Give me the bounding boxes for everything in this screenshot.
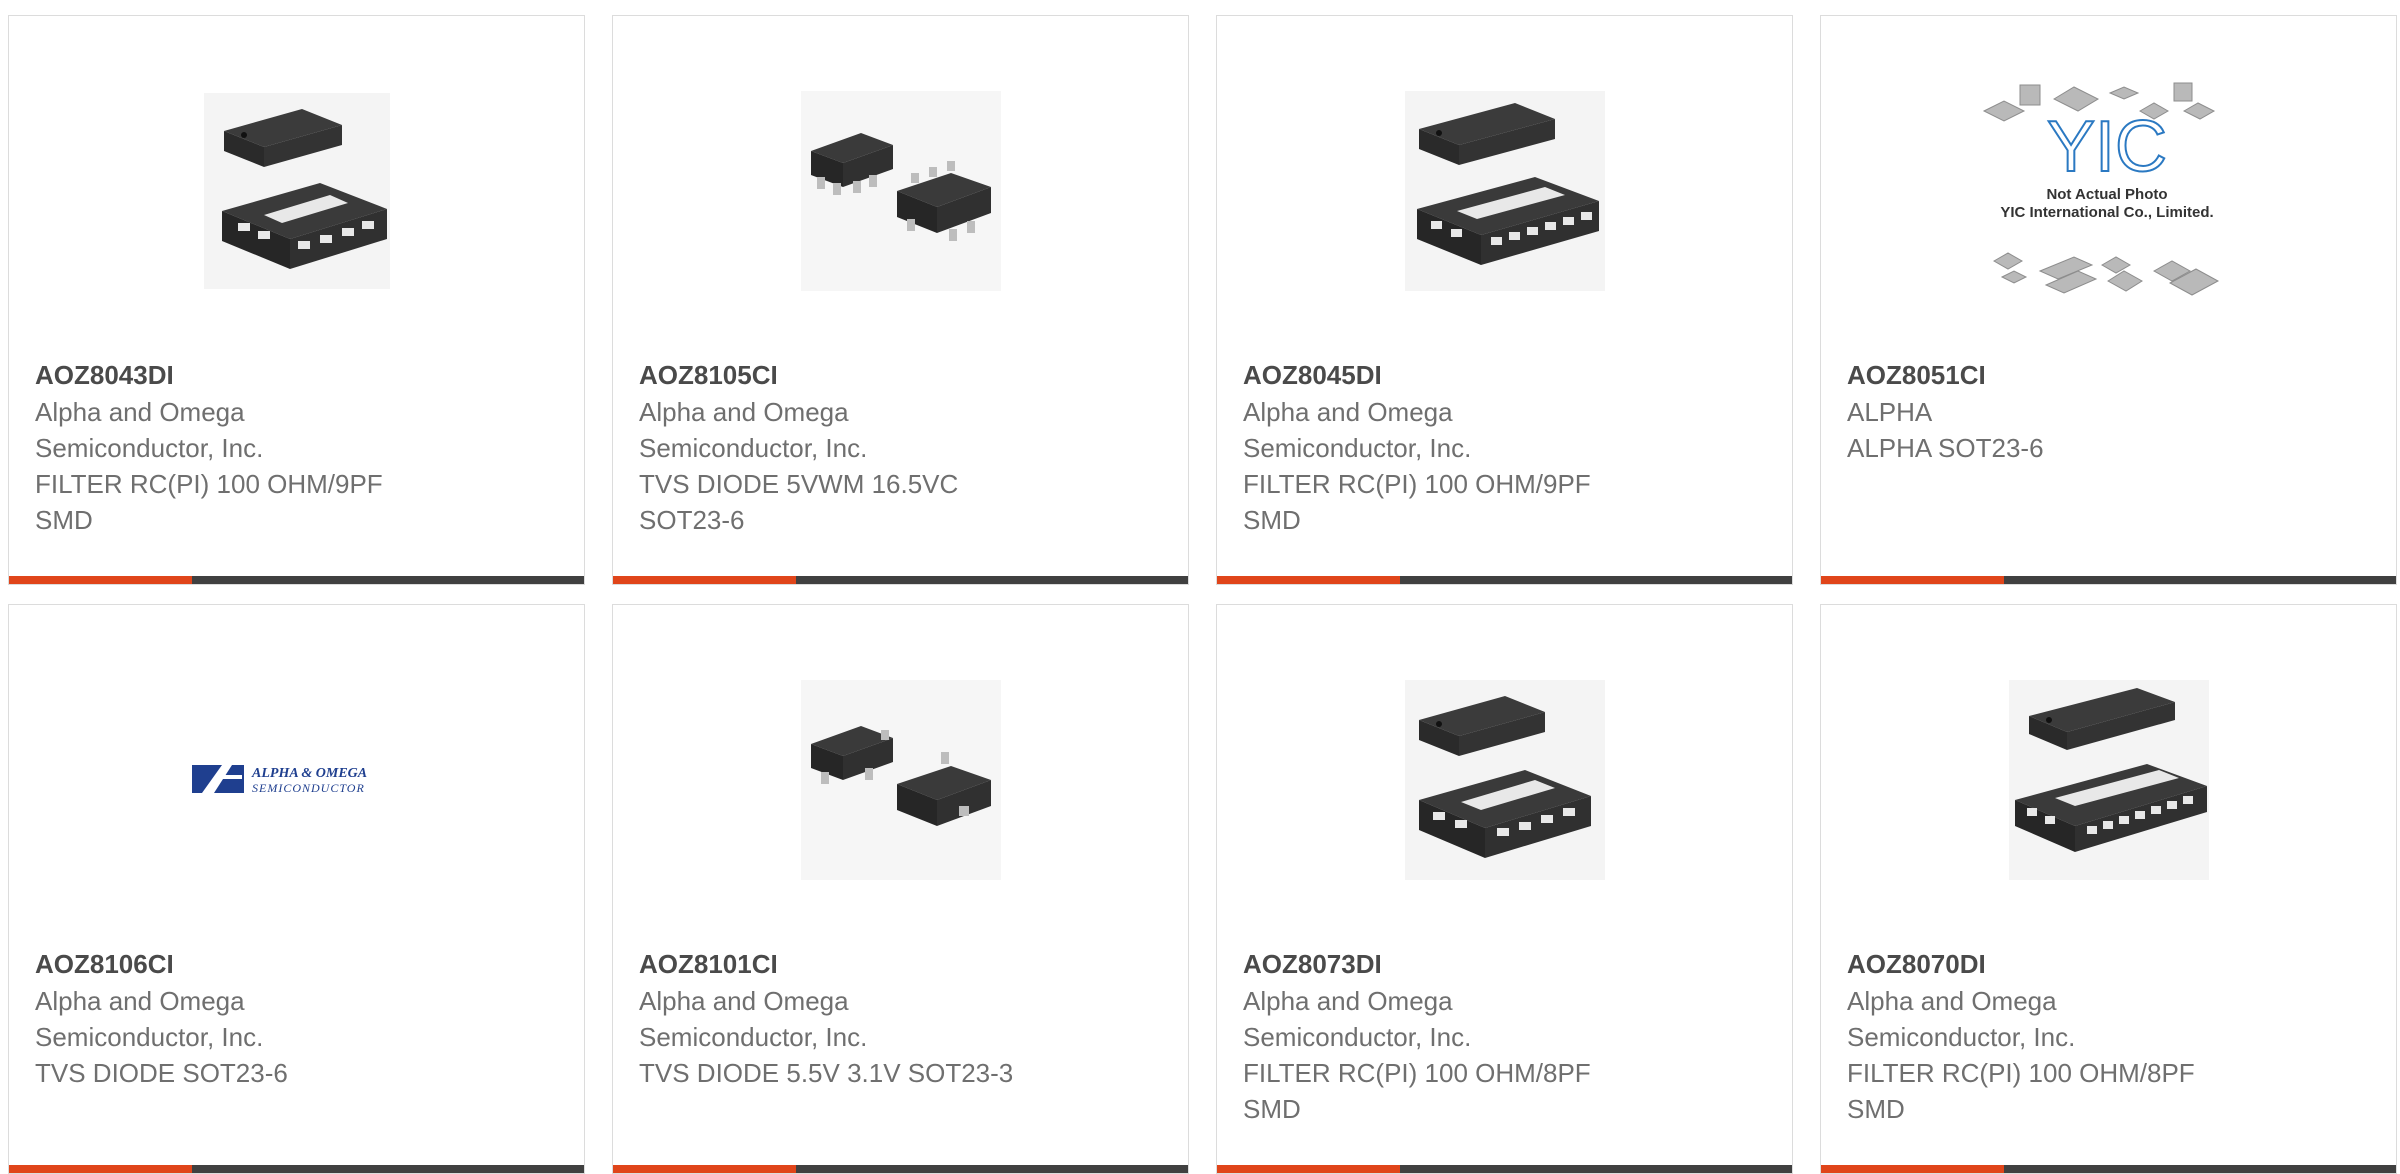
card-accent [9, 1165, 192, 1173]
card-bottom-bar [9, 576, 584, 584]
description-line-1: ALPHA SOT23-6 [1847, 433, 2044, 463]
description-line-2: SMD [1243, 1094, 1301, 1124]
product-card[interactable]: ALPHA & OMEGA SEMICONDUCTOR AOZ8106CI Al… [8, 604, 585, 1174]
description-line-1: TVS DIODE SOT23-6 [35, 1058, 288, 1088]
logo-line-2: SEMICONDUCTOR [252, 781, 365, 795]
manufacturer-line-2: Semiconductor, Inc. [1847, 1022, 2076, 1052]
product-image[interactable] [613, 605, 1188, 955]
card-bottom-bar [1217, 576, 1792, 584]
logo-line-1: ALPHA & OMEGA [251, 766, 367, 781]
product-image[interactable] [9, 16, 584, 366]
card-accent [1217, 1165, 1400, 1173]
part-number[interactable]: AOZ8073DI [1243, 945, 1772, 983]
manufacturer-line-1: Alpha and Omega [1243, 397, 1453, 427]
part-number[interactable]: AOZ8101CI [639, 945, 1168, 983]
manufacturer-line-2: Semiconductor, Inc. [639, 433, 868, 463]
card-accent [9, 576, 192, 584]
description-line-1: TVS DIODE 5.5V 3.1V SOT23-3 [639, 1058, 1014, 1088]
manufacturer-line-1: ALPHA [1847, 397, 1933, 427]
description-line-2: SMD [35, 505, 93, 535]
description-line-2: SOT23-6 [639, 505, 745, 535]
description-line-1: FILTER RC(PI) 100 OHM/8PF [1847, 1058, 2195, 1088]
description-line-1: TVS DIODE 5VWM 16.5VC [639, 469, 959, 499]
product-card[interactable]: AOZ8101CI Alpha and Omega Semiconductor,… [612, 604, 1189, 1174]
manufacturer-line-1: Alpha and Omega [639, 397, 849, 427]
description-line-1: FILTER RC(PI) 100 OHM/9PF [35, 469, 383, 499]
card-bottom-bar [1821, 576, 2396, 584]
product-card[interactable]: AOZ8043DI Alpha and Omega Semiconductor,… [8, 15, 585, 585]
manufacturer-line-1: Alpha and Omega [35, 986, 245, 1016]
svg-text:YIC: YIC [2046, 107, 2166, 187]
manufacturer-line-2: Semiconductor, Inc. [35, 433, 264, 463]
manufacturer-line-1: Alpha and Omega [1847, 986, 2057, 1016]
part-number[interactable]: AOZ8105CI [639, 356, 1168, 394]
product-image[interactable] [1217, 605, 1792, 955]
card-accent [613, 1165, 796, 1173]
part-number[interactable]: AOZ8070DI [1847, 945, 2376, 983]
card-bottom-bar [1821, 1165, 2396, 1173]
card-bottom-bar [9, 1165, 584, 1173]
description-line-1: FILTER RC(PI) 100 OHM/9PF [1243, 469, 1591, 499]
card-accent [1217, 576, 1400, 584]
card-bottom-bar [613, 1165, 1188, 1173]
card-accent [1821, 1165, 2004, 1173]
product-card[interactable]: AOZ8045DI Alpha and Omega Semiconductor,… [1216, 15, 1793, 585]
placeholder-line-2: YIC International Co., Limited. [2000, 204, 2213, 221]
product-card[interactable]: YIC Not Actual Photo YIC International C… [1820, 15, 2397, 585]
product-card[interactable]: AOZ8073DI Alpha and Omega Semiconductor,… [1216, 604, 1793, 1174]
product-image[interactable] [1217, 16, 1792, 366]
card-accent [613, 576, 796, 584]
placeholder-line-1: Not Actual Photo [2046, 186, 2167, 203]
description-line-2: SMD [1243, 505, 1301, 535]
product-card[interactable]: AOZ8070DI Alpha and Omega Semiconductor,… [1820, 604, 2397, 1174]
product-image[interactable]: YIC Not Actual Photo YIC International C… [1821, 16, 2396, 366]
part-number[interactable]: AOZ8106CI [35, 945, 564, 983]
manufacturer-line-1: Alpha and Omega [1243, 986, 1453, 1016]
product-image[interactable]: ALPHA & OMEGA SEMICONDUCTOR [9, 605, 584, 955]
description-line-2: SMD [1847, 1094, 1905, 1124]
manufacturer-line-2: Semiconductor, Inc. [1243, 433, 1472, 463]
card-bottom-bar [1217, 1165, 1792, 1173]
card-bottom-bar [613, 576, 1188, 584]
manufacturer-line-2: Semiconductor, Inc. [35, 1022, 264, 1052]
part-number[interactable]: AOZ8043DI [35, 356, 564, 394]
manufacturer-line-2: Semiconductor, Inc. [1243, 1022, 1472, 1052]
product-image[interactable] [1821, 605, 2396, 955]
manufacturer-line-1: Alpha and Omega [35, 397, 245, 427]
product-card[interactable]: AOZ8105CI Alpha and Omega Semiconductor,… [612, 15, 1189, 585]
part-number[interactable]: AOZ8045DI [1243, 356, 1772, 394]
manufacturer-line-1: Alpha and Omega [639, 986, 849, 1016]
manufacturer-line-2: Semiconductor, Inc. [639, 1022, 868, 1052]
product-image[interactable] [613, 16, 1188, 366]
part-number[interactable]: AOZ8051CI [1847, 356, 2376, 394]
card-accent [1821, 576, 2004, 584]
description-line-1: FILTER RC(PI) 100 OHM/8PF [1243, 1058, 1591, 1088]
